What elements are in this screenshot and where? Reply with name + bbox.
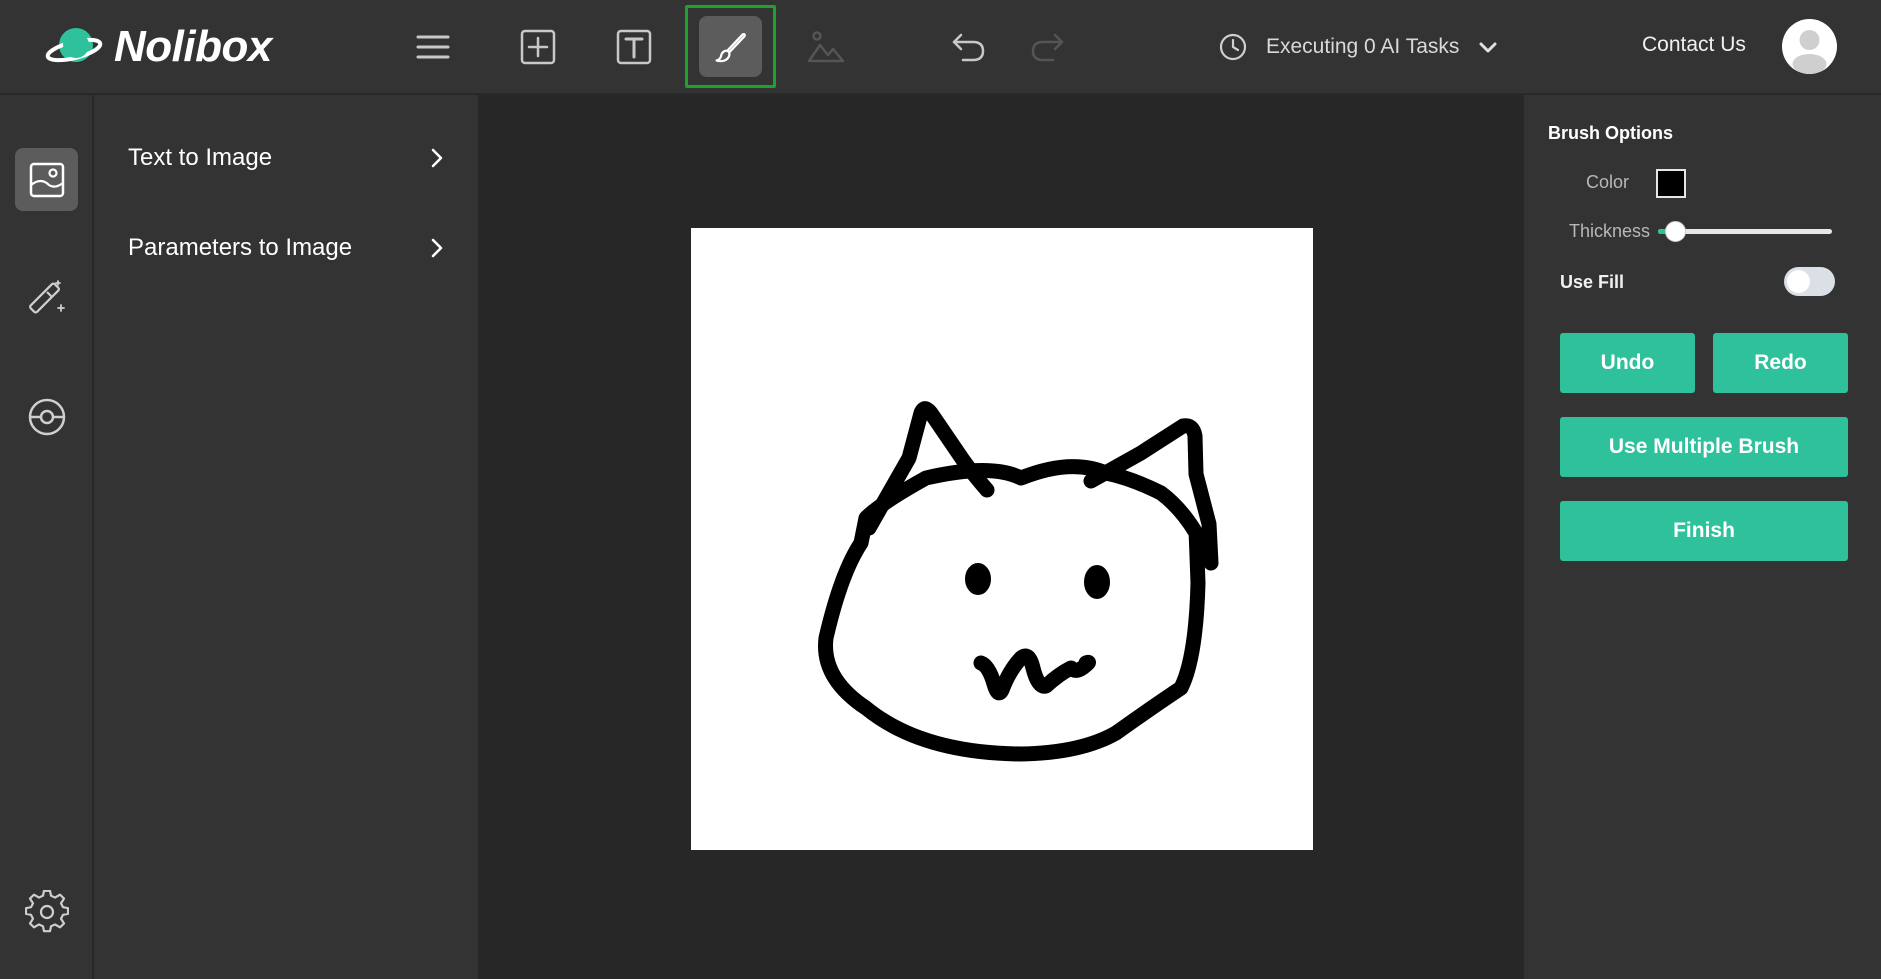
thickness-label: Thickness (1569, 221, 1651, 241)
image-panel-icon (29, 162, 64, 197)
rail-image-panel[interactable] (15, 148, 78, 211)
drawing-board[interactable] (691, 228, 1313, 850)
undo-icon (952, 33, 985, 62)
ai-tasks-dropdown[interactable]: Executing 0 AI Tasks (1218, 28, 1499, 66)
color-label: Color (1586, 172, 1630, 192)
clock-icon (1219, 33, 1247, 61)
sidebar-item-text-to-image[interactable]: Text to Image (128, 136, 448, 180)
toggle-knob (1787, 270, 1810, 293)
add-text-button[interactable] (596, 14, 672, 80)
rail-magic-wand[interactable] (15, 265, 78, 328)
use-fill-toggle[interactable] (1784, 267, 1835, 296)
add-node-button[interactable] (500, 14, 576, 80)
side-panel: Text to Image Parameters to Image (94, 95, 478, 979)
rail-plugin[interactable] (15, 385, 78, 448)
redo-icon (1031, 33, 1064, 62)
undo-button-panel[interactable]: Undo (1560, 333, 1695, 393)
thickness-slider[interactable] (1658, 221, 1832, 242)
redo-button-panel[interactable]: Redo (1713, 333, 1848, 393)
menu-icon (416, 35, 450, 59)
user-avatar-icon (1792, 30, 1827, 74)
chevron-down-icon (1479, 42, 1497, 53)
undo-button[interactable] (931, 14, 1007, 80)
menu-button[interactable] (395, 14, 471, 80)
add-box-icon (520, 29, 556, 65)
sidebar-item-parameters-to-image[interactable]: Parameters to Image (128, 226, 448, 270)
sidebar-item-label: Text to Image (128, 144, 273, 171)
thickness-slider-handle[interactable] (1665, 221, 1686, 242)
logo[interactable]: Nolibox (44, 22, 272, 72)
brush-options-panel: Brush Options Color Thickness Use Fill U… (1524, 95, 1881, 979)
brush-icon (714, 32, 746, 62)
avatar[interactable] (1782, 19, 1837, 74)
image-icon (807, 31, 845, 63)
finish-button[interactable]: Finish (1560, 501, 1848, 561)
logo-text: Nolibox (114, 22, 272, 71)
chevron-right-icon (431, 238, 443, 258)
planet-logo-icon (45, 28, 103, 63)
rail-settings[interactable] (15, 880, 78, 943)
add-image-button[interactable] (788, 14, 864, 80)
use-multiple-brush-button[interactable]: Use Multiple Brush (1560, 417, 1848, 477)
cat-sketch-drawing (818, 401, 1219, 762)
brush-button[interactable] (699, 16, 762, 77)
ai-tasks-label: Executing 0 AI Tasks (1266, 35, 1460, 58)
plugin-icon (28, 398, 65, 435)
text-box-icon (616, 29, 652, 65)
brush-options-title: Brush Options (1548, 123, 1673, 143)
color-swatch[interactable] (1656, 169, 1686, 198)
magic-wand-icon (28, 279, 65, 313)
settings-icon (24, 889, 69, 932)
chevron-right-icon (431, 148, 443, 168)
redo-button[interactable] (1009, 14, 1085, 80)
contact-us-link[interactable]: Contact Us (1642, 33, 1746, 57)
icon-rail (0, 95, 93, 979)
use-fill-label: Use Fill (1560, 272, 1625, 292)
top-bar: Nolibox Executing 0 AI Tasks Contact Us (0, 0, 1881, 94)
sidebar-item-label: Parameters to Image (128, 234, 353, 261)
